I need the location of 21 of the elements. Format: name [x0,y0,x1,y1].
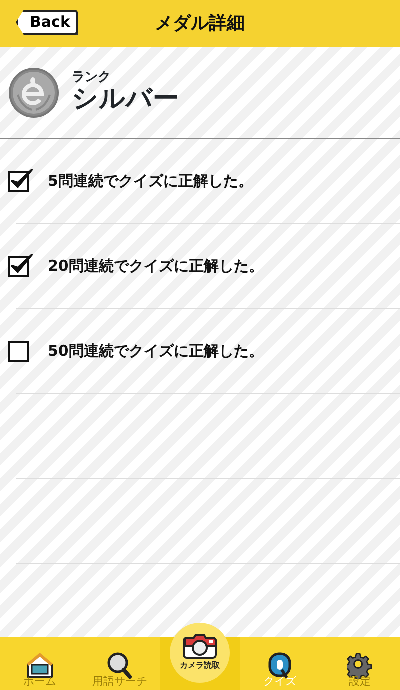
camera-icon [182,634,218,660]
tab-label: クイズ [262,674,298,690]
tab-label: カメラ読取 [180,660,220,672]
tab-label: ホーム [22,674,58,690]
rank-value: シルバー [72,85,179,114]
tab-label: 設定 [348,674,372,690]
tab-item[interactable]: クイズ [240,637,320,690]
screen-title: メダル詳細 [155,12,245,36]
condition-text: 20問連続でクイズに正解した。 [48,256,264,277]
condition-text: 5問連続でクイズに正解した。 [48,170,254,192]
checkbox[interactable] [8,254,36,278]
tab-item[interactable]: 設定 [320,637,400,690]
tab-item[interactable]: ホーム [0,637,80,690]
condition-text: 50問連続でクイズに正解した。 [48,340,264,362]
back-button[interactable]: Back [16,10,78,35]
checkbox[interactable] [8,169,36,193]
medal-icon [8,66,60,118]
tab-label: 用語サーチ [92,674,148,690]
tab-item[interactable]: 用語サーチ [80,637,160,690]
house-icon [26,652,54,678]
rank-label: ランク [72,71,112,86]
